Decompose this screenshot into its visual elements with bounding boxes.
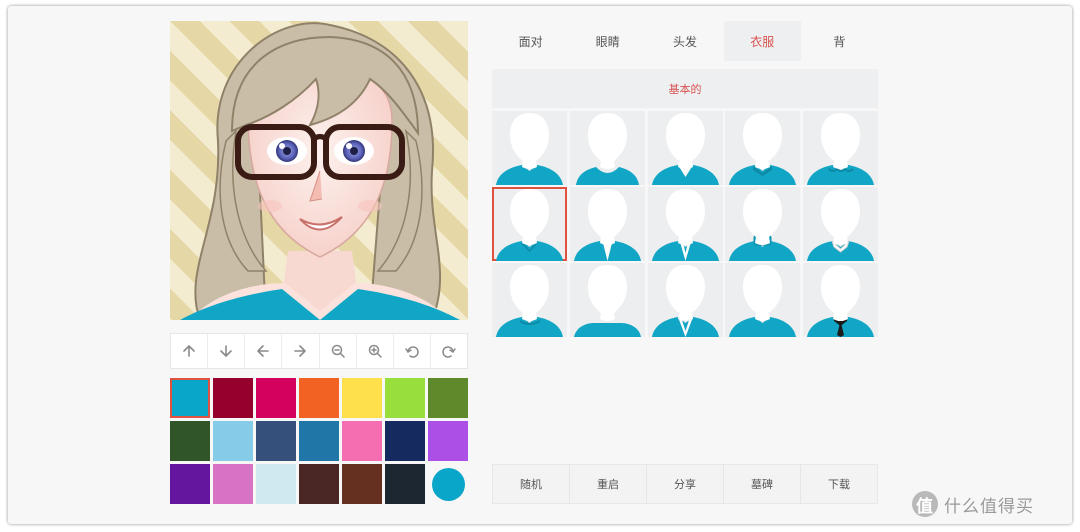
zoom-in-icon — [368, 344, 382, 358]
silhouette-icon — [496, 113, 563, 185]
arrow-right-icon — [294, 345, 307, 357]
action-bar: 随机 重启 分享 墓碑 下载 — [492, 464, 878, 504]
random-button[interactable]: 随机 — [493, 465, 570, 503]
zoom-out-button[interactable] — [320, 334, 357, 368]
color-swatch[interactable] — [256, 378, 296, 418]
avatar-preview — [170, 21, 468, 320]
color-swatch[interactable] — [170, 464, 210, 504]
move-down-button[interactable] — [208, 334, 246, 368]
tab-clothes[interactable]: 衣服 — [723, 21, 801, 61]
tab-face[interactable]: 面对 — [492, 21, 569, 61]
clothes-option-vneck[interactable] — [647, 111, 723, 185]
silhouette-icon — [575, 113, 639, 185]
clothes-option-turtleneck[interactable] — [725, 187, 801, 261]
move-left-button[interactable] — [245, 334, 283, 368]
silhouette-icon — [807, 265, 874, 337]
clothes-option-bow[interactable] — [492, 187, 567, 261]
clothes-option-boat[interactable] — [569, 263, 645, 337]
zoom-in-button[interactable] — [357, 334, 394, 368]
tombstone-button[interactable]: 墓碑 — [724, 465, 801, 503]
color-swatch[interactable] — [213, 421, 253, 461]
silhouette-icon — [729, 265, 797, 337]
silhouette-icon — [807, 113, 874, 185]
silhouette-icon — [651, 265, 719, 337]
color-swatch[interactable] — [170, 378, 210, 418]
silhouette-icon — [651, 113, 719, 185]
color-circle-icon — [431, 467, 465, 501]
tab-eyes[interactable]: 眼睛 — [569, 21, 646, 61]
color-swatch[interactable] — [170, 421, 210, 461]
color-swatch[interactable] — [385, 421, 425, 461]
share-button[interactable]: 分享 — [647, 465, 724, 503]
silhouette-icon — [807, 189, 874, 261]
clothes-option-blazer[interactable] — [647, 187, 723, 261]
silhouette-icon — [573, 265, 641, 337]
undo-button[interactable] — [394, 334, 431, 368]
color-swatch[interactable] — [213, 464, 253, 504]
subcategory-header: 基本的 — [492, 69, 878, 108]
clothes-option-crew2[interactable] — [725, 263, 801, 337]
custom-color-button[interactable] — [428, 464, 468, 504]
move-up-button[interactable] — [171, 334, 209, 368]
clothes-grid — [492, 111, 878, 337]
color-swatch[interactable] — [256, 464, 296, 504]
clothes-option-jacket[interactable] — [647, 263, 723, 337]
tab-background[interactable]: 背 — [801, 21, 878, 61]
clothes-option-crew[interactable] — [492, 111, 567, 185]
arrow-down-icon — [220, 345, 232, 357]
color-swatch[interactable] — [213, 378, 253, 418]
category-tabs: 面对 眼睛 头发 衣服背 — [492, 21, 878, 61]
restart-button[interactable]: 重启 — [570, 465, 647, 503]
color-swatch[interactable] — [342, 421, 382, 461]
subcategory-label: 基本的 — [668, 82, 702, 96]
clothes-option-scoop[interactable] — [569, 111, 645, 185]
color-palette — [170, 378, 468, 504]
clothes-option-ruffle[interactable] — [803, 111, 878, 185]
zoom-out-icon — [331, 344, 345, 358]
avatar-controls — [170, 333, 468, 369]
silhouette-icon — [573, 189, 641, 261]
clothes-option-collar[interactable] — [725, 111, 801, 185]
clothes-option-cardigan[interactable] — [569, 187, 645, 261]
undo-icon — [405, 346, 419, 358]
download-button[interactable]: 下载 — [801, 465, 877, 503]
silhouette-icon — [651, 189, 719, 261]
silhouette-icon — [729, 113, 797, 185]
color-swatch[interactable] — [428, 421, 468, 461]
color-swatch[interactable] — [299, 464, 339, 504]
silhouette-icon — [729, 189, 797, 261]
redo-button[interactable] — [431, 334, 467, 368]
clothes-option-shirt[interactable] — [803, 187, 878, 261]
move-right-button[interactable] — [282, 334, 320, 368]
color-swatch[interactable] — [299, 378, 339, 418]
silhouette-icon — [496, 265, 563, 337]
color-swatch[interactable] — [342, 378, 382, 418]
color-swatch[interactable] — [256, 421, 296, 461]
watermark-text: 什么值得买 — [944, 496, 1034, 517]
redo-icon — [442, 346, 456, 358]
watermark: 值 什么值得买 — [912, 489, 1034, 519]
tab-hair[interactable]: 头发 — [646, 21, 723, 61]
clothes-option-wrap[interactable] — [492, 263, 567, 337]
color-swatch[interactable] — [428, 378, 468, 418]
arrow-left-icon — [257, 345, 270, 357]
clothes-option-tie[interactable] — [803, 263, 878, 337]
color-swatch[interactable] — [342, 464, 382, 504]
color-swatch[interactable] — [385, 464, 425, 504]
color-swatch[interactable] — [299, 421, 339, 461]
arrow-up-icon — [183, 345, 195, 357]
watermark-logo-icon: 值 — [912, 491, 938, 517]
silhouette-icon — [496, 189, 563, 261]
color-swatch[interactable] — [385, 378, 425, 418]
